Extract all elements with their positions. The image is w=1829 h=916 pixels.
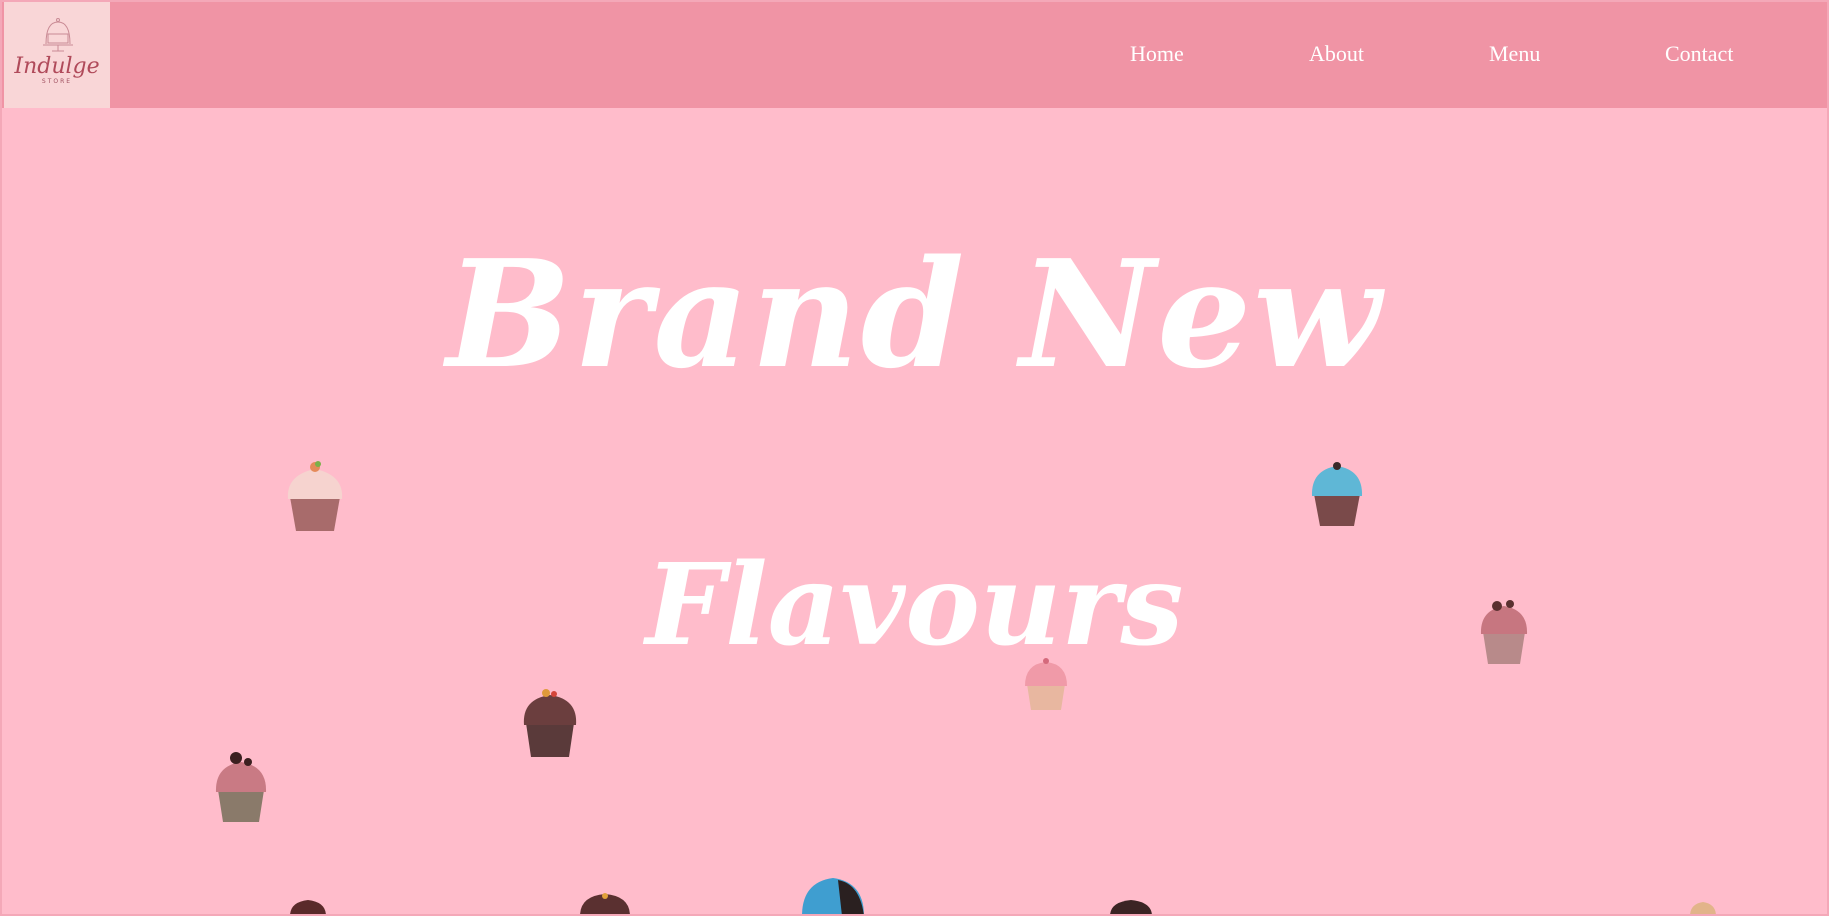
hero-title-line2: Flavours	[645, 540, 1184, 671]
cupcake-icon	[287, 461, 343, 531]
cupcake-icon	[802, 878, 864, 914]
site-header: Indulge STORE Home About Menu Contact	[2, 2, 1827, 108]
page-frame: Indulge STORE Home About Menu Contact Br…	[0, 0, 1829, 916]
nav-about[interactable]: About	[1309, 41, 1364, 67]
hero-title-line1: Brand New	[446, 227, 1383, 401]
cupcake-icon	[1311, 462, 1363, 526]
cake-stand-icon	[43, 18, 73, 52]
nav-menu[interactable]: Menu	[1489, 41, 1540, 67]
logo-text: Indulge	[14, 54, 100, 79]
cupcake-icon	[1025, 658, 1067, 710]
cupcake-icon	[1480, 600, 1528, 664]
cupcake-icon	[580, 893, 630, 914]
logo-subtext: STORE	[41, 78, 73, 85]
logo[interactable]: Indulge STORE	[4, 2, 110, 108]
cupcake-icon	[523, 689, 577, 757]
nav-home[interactable]: Home	[1130, 41, 1184, 67]
cupcake-icon	[1110, 900, 1152, 914]
cupcake-icon	[215, 752, 267, 822]
cupcake-icon	[290, 900, 326, 914]
cupcake-icon	[1690, 902, 1716, 914]
nav-contact[interactable]: Contact	[1665, 41, 1733, 67]
